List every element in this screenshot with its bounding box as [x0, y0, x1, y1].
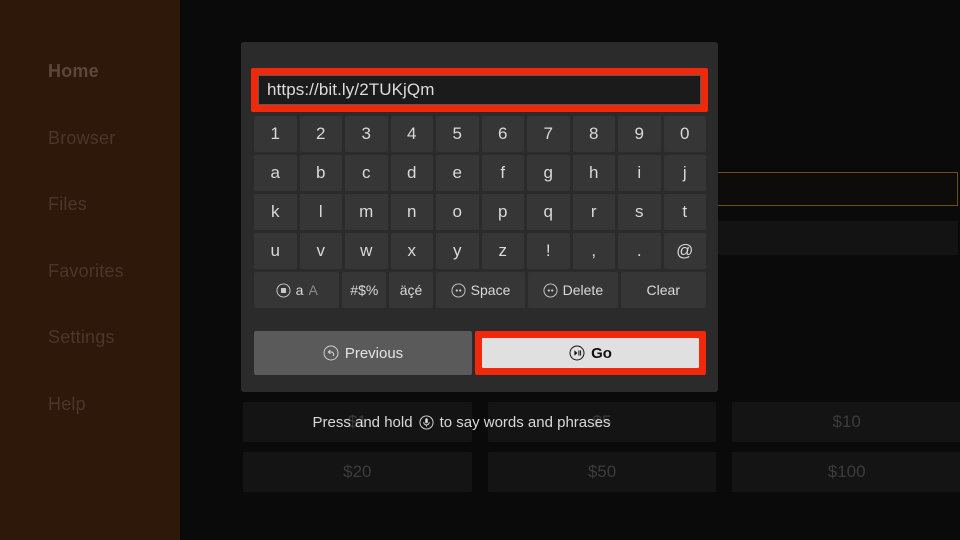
key-space[interactable]: Space — [435, 272, 526, 308]
sidebar-item-files[interactable]: Files — [48, 194, 87, 215]
key-h[interactable]: h — [572, 155, 615, 191]
key-x[interactable]: x — [390, 233, 433, 269]
key-7[interactable]: 7 — [527, 116, 570, 152]
key-d[interactable]: d — [390, 155, 433, 191]
key-l[interactable]: l — [299, 194, 342, 230]
key-5[interactable]: 5 — [436, 116, 479, 152]
donation-button-50[interactable]: $50 — [487, 452, 717, 492]
voice-hint-bar: Press and hold to say words and phrases — [243, 400, 680, 444]
voice-hint-text-after: to say words and phrases — [439, 413, 611, 431]
key-at[interactable]: @ — [663, 233, 706, 269]
key-symbols[interactable]: #$% — [342, 272, 387, 308]
key-a[interactable]: a — [254, 155, 297, 191]
key-q[interactable]: q — [527, 194, 570, 230]
sidebar: Home Browser Files Favorites Settings He… — [0, 0, 180, 540]
key-case-lower-label: a — [295, 282, 304, 298]
key-n[interactable]: n — [390, 194, 433, 230]
key-p[interactable]: p — [481, 194, 524, 230]
key-y[interactable]: y — [436, 233, 479, 269]
key-v[interactable]: v — [299, 233, 342, 269]
go-button-highlight: Go — [475, 331, 706, 375]
key-i[interactable]: i — [618, 155, 661, 191]
donation-row-2: $20 $50 $100 — [243, 452, 960, 492]
key-w[interactable]: w — [345, 233, 388, 269]
donation-button-100[interactable]: $100 — [732, 452, 960, 492]
fast-forward-icon — [451, 282, 466, 298]
url-input[interactable]: https://bit.ly/2TUKjQm — [258, 75, 701, 105]
previous-button-label: Previous — [344, 344, 404, 362]
key-delete-label: Delete — [562, 282, 604, 298]
sidebar-item-settings[interactable]: Settings — [48, 327, 115, 348]
key-f[interactable]: f — [481, 155, 524, 191]
sidebar-item-favorites[interactable]: Favorites — [48, 261, 124, 282]
key-clear[interactable]: Clear — [620, 272, 706, 308]
key-2[interactable]: 2 — [299, 116, 342, 152]
url-input-value: https://bit.ly/2TUKjQm — [267, 80, 435, 99]
key-comma[interactable]: , — [572, 233, 615, 269]
dpad-select-icon — [276, 282, 291, 298]
key-u[interactable]: u — [254, 233, 297, 269]
keyboard-row-a-j: a b c d e f g h i j — [254, 155, 706, 191]
keyboard-row-functions: aA #$% äçé Space Delete Clear — [254, 272, 706, 308]
key-4[interactable]: 4 — [390, 116, 433, 152]
keyboard-row-digits: 1 2 3 4 5 6 7 8 9 0 — [254, 116, 706, 152]
key-b[interactable]: b — [299, 155, 342, 191]
onscreen-keyboard-dialog: https://bit.ly/2TUKjQm 1 2 3 4 5 6 7 8 9… — [241, 42, 718, 392]
key-1[interactable]: 1 — [254, 116, 297, 152]
sidebar-item-help[interactable]: Help — [48, 394, 86, 415]
key-exclamation[interactable]: ! — [527, 233, 570, 269]
key-period[interactable]: . — [618, 233, 661, 269]
key-0[interactable]: 0 — [663, 116, 706, 152]
key-g[interactable]: g — [527, 155, 570, 191]
key-j[interactable]: j — [663, 155, 706, 191]
tv-app-screen: Home Browser Files Favorites Settings He… — [0, 0, 960, 540]
sidebar-item-browser[interactable]: Browser — [48, 128, 115, 149]
microphone-icon — [419, 414, 434, 430]
key-r[interactable]: r — [572, 194, 615, 230]
keyboard-row-u-at: u v w x y z ! , . @ — [254, 233, 706, 269]
go-button-label: Go — [591, 344, 612, 362]
go-button[interactable]: Go — [482, 338, 699, 368]
play-pause-icon — [569, 345, 585, 361]
key-space-label: Space — [470, 282, 511, 298]
key-e[interactable]: e — [436, 155, 479, 191]
key-m[interactable]: m — [345, 194, 388, 230]
keyboard-row-k-t: k l m n o p q r s t — [254, 194, 706, 230]
sidebar-item-home[interactable]: Home — [48, 61, 99, 82]
key-accents[interactable]: äçé — [389, 272, 433, 308]
key-case-toggle[interactable]: aA — [254, 272, 340, 308]
key-9[interactable]: 9 — [618, 116, 661, 152]
key-o[interactable]: o — [436, 194, 479, 230]
keyboard-action-row: Previous Go — [254, 331, 706, 375]
donation-button-20[interactable]: $20 — [243, 452, 472, 492]
previous-button[interactable]: Previous — [254, 331, 472, 375]
back-arrow-icon — [323, 345, 339, 361]
voice-hint-text-before: Press and hold — [312, 413, 413, 431]
rewind-icon — [543, 282, 558, 298]
key-8[interactable]: 8 — [572, 116, 615, 152]
key-3[interactable]: 3 — [345, 116, 388, 152]
key-k[interactable]: k — [254, 194, 297, 230]
donation-button-10[interactable]: $10 — [732, 402, 960, 442]
key-delete[interactable]: Delete — [528, 272, 618, 308]
key-case-upper-label: A — [308, 282, 318, 298]
key-t[interactable]: t — [663, 194, 706, 230]
url-input-highlight: https://bit.ly/2TUKjQm — [251, 68, 708, 112]
key-s[interactable]: s — [618, 194, 661, 230]
key-6[interactable]: 6 — [481, 116, 524, 152]
key-c[interactable]: c — [345, 155, 388, 191]
keyboard-keys: 1 2 3 4 5 6 7 8 9 0 a b c d e f g h i j … — [254, 116, 706, 311]
key-z[interactable]: z — [481, 233, 524, 269]
